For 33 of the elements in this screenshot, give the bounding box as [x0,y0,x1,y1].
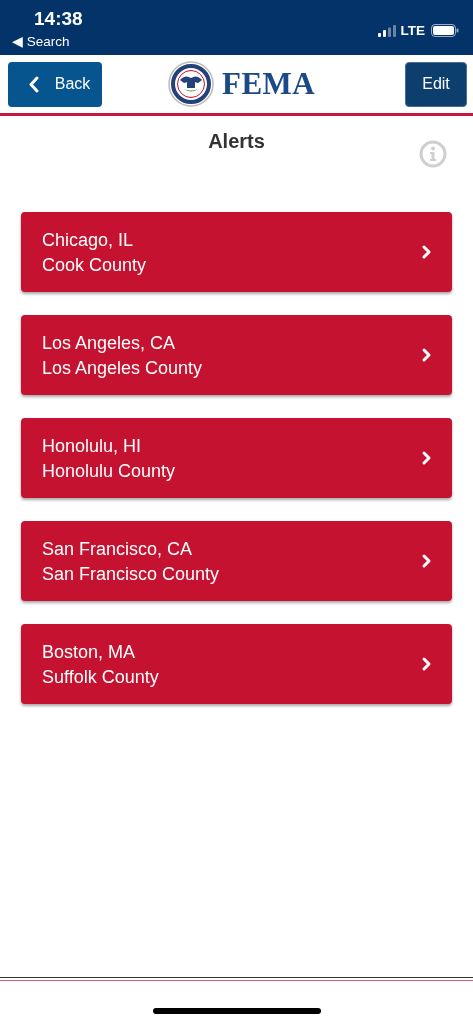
signal-icon [377,24,397,37]
network-label: LTE [400,23,425,38]
county-label: San Francisco County [42,562,220,585]
edit-button[interactable]: Edit [405,61,467,107]
chevron-right-icon [421,553,432,569]
back-button[interactable]: Back [8,61,102,107]
county-label: Los Angeles County [42,356,203,379]
city-label: Los Angeles, CA [42,331,177,354]
city-label: Honolulu, HI [42,434,143,457]
county-label: Suffolk County [42,665,159,688]
info-icon[interactable] [419,140,447,168]
clock-time: 14:38 [34,8,83,30]
alert-card[interactable]: Chicago, IL Cook County [21,212,452,292]
logo-text: FEMA [222,66,316,102]
alert-card[interactable]: Boston, MA Suffolk County [21,624,452,704]
alert-card[interactable]: Honolulu, HI Honolulu County [21,418,452,498]
city-label: San Francisco, CA [42,537,194,560]
chevron-right-icon [421,656,432,672]
back-to-app-link[interactable]: ◀ Search [12,33,83,51]
home-indicator[interactable] [152,1008,321,1014]
page-title: Alerts [208,130,265,154]
seal-icon [168,61,214,107]
county-label: Cook County [42,253,147,276]
battery-icon [431,24,459,37]
alert-card[interactable]: San Francisco, CA San Francisco County [21,521,452,601]
chevron-right-icon [421,244,432,260]
alert-card[interactable]: Los Angeles, CA Los Angeles County [21,315,452,395]
city-label: Chicago, IL [42,228,135,251]
chevron-right-icon [421,450,432,466]
chevron-right-icon [421,347,432,363]
county-label: Honolulu County [42,459,176,482]
chevron-left-icon [27,75,39,93]
city-label: Boston, MA [42,640,137,663]
